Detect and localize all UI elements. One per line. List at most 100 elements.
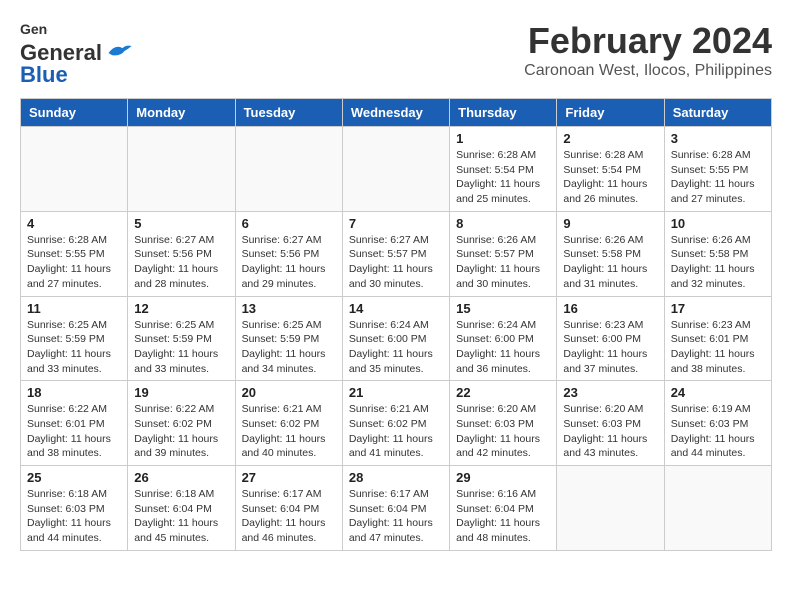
calendar-week-1: 1 Sunrise: 6:28 AM Sunset: 5:54 PM Daylig… bbox=[21, 127, 772, 212]
day-number: 27 bbox=[242, 470, 336, 485]
day-number: 15 bbox=[456, 301, 550, 316]
day-number: 12 bbox=[134, 301, 228, 316]
calendar-cell: 25Sunrise: 6:18 AM Sunset: 6:03 PM Dayli… bbox=[21, 466, 128, 551]
day-info: Sunrise: 6:28 AM Sunset: 5:55 PM Dayligh… bbox=[27, 233, 121, 292]
day-info: Sunrise: 6:25 AM Sunset: 5:59 PM Dayligh… bbox=[242, 318, 336, 377]
day-info: Sunrise: 6:22 AM Sunset: 6:01 PM Dayligh… bbox=[27, 402, 121, 461]
day-info: Sunrise: 6:17 AM Sunset: 6:04 PM Dayligh… bbox=[242, 487, 336, 546]
day-info: Sunrise: 6:26 AM Sunset: 5:57 PM Dayligh… bbox=[456, 233, 550, 292]
calendar-cell: 7Sunrise: 6:27 AM Sunset: 5:57 PM Daylig… bbox=[342, 211, 449, 296]
calendar-cell: 28 Sunrise: 6:17 AM Sunset: 6:04 PM Dayli… bbox=[342, 466, 449, 551]
day-number: 11 bbox=[27, 301, 121, 316]
day-info: Sunrise: 6:19 AM Sunset: 6:03 PM Dayligh… bbox=[671, 402, 765, 461]
day-number: 1 bbox=[456, 131, 550, 146]
day-number: 18 bbox=[27, 385, 121, 400]
calendar-cell: 19Sunrise: 6:22 AM Sunset: 6:02 PM Dayli… bbox=[128, 381, 235, 466]
day-number: 5 bbox=[134, 216, 228, 231]
calendar-cell bbox=[664, 466, 771, 551]
day-number: 8 bbox=[456, 216, 550, 231]
calendar-cell: 22Sunrise: 6:20 AM Sunset: 6:03 PM Dayli… bbox=[450, 381, 557, 466]
day-number: 4 bbox=[27, 216, 121, 231]
day-info: Sunrise: 6:22 AM Sunset: 6:02 PM Dayligh… bbox=[134, 402, 228, 461]
day-info: Sunrise: 6:20 AM Sunset: 6:03 PM Dayligh… bbox=[563, 402, 657, 461]
day-info: Sunrise: 6:23 AM Sunset: 6:00 PM Dayligh… bbox=[563, 318, 657, 377]
title-area: February 2024 Caronoan West, Ilocos, Phi… bbox=[524, 20, 772, 80]
day-number: 28 bbox=[349, 470, 443, 485]
day-info: Sunrise: 6:18 AM Sunset: 6:03 PM Dayligh… bbox=[27, 487, 121, 546]
day-info: Sunrise: 6:25 AM Sunset: 5:59 PM Dayligh… bbox=[134, 318, 228, 377]
calendar-cell: 17Sunrise: 6:23 AM Sunset: 6:01 PM Dayli… bbox=[664, 296, 771, 381]
day-number: 21 bbox=[349, 385, 443, 400]
day-info: Sunrise: 6:18 AM Sunset: 6:04 PM Dayligh… bbox=[134, 487, 228, 546]
day-number: 14 bbox=[349, 301, 443, 316]
day-info: Sunrise: 6:28 AM Sunset: 5:54 PM Dayligh… bbox=[456, 148, 550, 207]
day-number: 17 bbox=[671, 301, 765, 316]
calendar-cell: 9 Sunrise: 6:26 AM Sunset: 5:58 PM Daylig… bbox=[557, 211, 664, 296]
calendar-cell: 11Sunrise: 6:25 AM Sunset: 5:59 PM Dayli… bbox=[21, 296, 128, 381]
calendar-cell bbox=[128, 127, 235, 212]
calendar-cell: 21Sunrise: 6:21 AM Sunset: 6:02 PM Dayli… bbox=[342, 381, 449, 466]
day-info: Sunrise: 6:24 AM Sunset: 6:00 PM Dayligh… bbox=[349, 318, 443, 377]
calendar-cell: 23 Sunrise: 6:20 AM Sunset: 6:03 PM Dayli… bbox=[557, 381, 664, 466]
calendar-cell: 5 Sunrise: 6:27 AM Sunset: 5:56 PM Daylig… bbox=[128, 211, 235, 296]
day-number: 6 bbox=[242, 216, 336, 231]
day-number: 3 bbox=[671, 131, 765, 146]
calendar-cell: 12 Sunrise: 6:25 AM Sunset: 5:59 PM Dayli… bbox=[128, 296, 235, 381]
day-number: 13 bbox=[242, 301, 336, 316]
page-header: General General Blue February 2024 Caron… bbox=[20, 20, 772, 88]
calendar-cell: 1 Sunrise: 6:28 AM Sunset: 5:54 PM Daylig… bbox=[450, 127, 557, 212]
calendar-week-3: 11 Sunrise: 6:25 AM Sunset: 5:59 PM Dayli… bbox=[21, 296, 772, 381]
day-info: Sunrise: 6:26 AM Sunset: 5:58 PM Dayligh… bbox=[563, 233, 657, 292]
calendar-cell bbox=[21, 127, 128, 212]
calendar-table: SundayMondayTuesdayWednesdayThursdayFrid… bbox=[20, 98, 772, 551]
day-info: Sunrise: 6:16 AM Sunset: 6:04 PM Dayligh… bbox=[456, 487, 550, 546]
weekday-header-wednesday: Wednesday bbox=[342, 99, 449, 127]
calendar-cell: 2 Sunrise: 6:28 AM Sunset: 5:54 PM Daylig… bbox=[557, 127, 664, 212]
calendar-week-2: 4 Sunrise: 6:28 AM Sunset: 5:55 PM Daylig… bbox=[21, 211, 772, 296]
day-info: Sunrise: 6:17 AM Sunset: 6:04 PM Dayligh… bbox=[349, 487, 443, 546]
calendar-cell: 26 Sunrise: 6:18 AM Sunset: 6:04 PM Dayli… bbox=[128, 466, 235, 551]
logo-bird-icon bbox=[105, 42, 133, 64]
calendar-cell bbox=[557, 466, 664, 551]
day-info: Sunrise: 6:27 AM Sunset: 5:56 PM Dayligh… bbox=[134, 233, 228, 292]
day-info: Sunrise: 6:26 AM Sunset: 5:58 PM Dayligh… bbox=[671, 233, 765, 292]
calendar-cell: 20 Sunrise: 6:21 AM Sunset: 6:02 PM Dayli… bbox=[235, 381, 342, 466]
calendar-cell: 24 Sunrise: 6:19 AM Sunset: 6:03 PM Dayli… bbox=[664, 381, 771, 466]
page-title: February 2024 bbox=[524, 20, 772, 62]
day-number: 23 bbox=[563, 385, 657, 400]
day-info: Sunrise: 6:24 AM Sunset: 6:00 PM Dayligh… bbox=[456, 318, 550, 377]
calendar-cell: 4 Sunrise: 6:28 AM Sunset: 5:55 PM Daylig… bbox=[21, 211, 128, 296]
day-number: 16 bbox=[563, 301, 657, 316]
day-info: Sunrise: 6:21 AM Sunset: 6:02 PM Dayligh… bbox=[242, 402, 336, 461]
calendar-cell: 29Sunrise: 6:16 AM Sunset: 6:04 PM Dayli… bbox=[450, 466, 557, 551]
calendar-cell: 13 Sunrise: 6:25 AM Sunset: 5:59 PM Dayli… bbox=[235, 296, 342, 381]
svg-text:General: General bbox=[20, 21, 48, 37]
day-number: 20 bbox=[242, 385, 336, 400]
weekday-header-tuesday: Tuesday bbox=[235, 99, 342, 127]
day-number: 26 bbox=[134, 470, 228, 485]
page-subtitle: Caronoan West, Ilocos, Philippines bbox=[524, 62, 772, 80]
day-number: 24 bbox=[671, 385, 765, 400]
day-info: Sunrise: 6:28 AM Sunset: 5:54 PM Dayligh… bbox=[563, 148, 657, 207]
day-number: 22 bbox=[456, 385, 550, 400]
weekday-header-monday: Monday bbox=[128, 99, 235, 127]
calendar-week-5: 25Sunrise: 6:18 AM Sunset: 6:03 PM Dayli… bbox=[21, 466, 772, 551]
logo: General General Blue bbox=[20, 20, 133, 88]
calendar-cell: 8 Sunrise: 6:26 AM Sunset: 5:57 PM Daylig… bbox=[450, 211, 557, 296]
day-number: 9 bbox=[563, 216, 657, 231]
weekday-header-thursday: Thursday bbox=[450, 99, 557, 127]
calendar-cell bbox=[342, 127, 449, 212]
calendar-cell: 3 Sunrise: 6:28 AM Sunset: 5:55 PM Daylig… bbox=[664, 127, 771, 212]
day-info: Sunrise: 6:27 AM Sunset: 5:56 PM Dayligh… bbox=[242, 233, 336, 292]
logo-icon: General bbox=[20, 20, 48, 40]
calendar-cell: 27 Sunrise: 6:17 AM Sunset: 6:04 PM Dayli… bbox=[235, 466, 342, 551]
weekday-header-sunday: Sunday bbox=[21, 99, 128, 127]
day-number: 7 bbox=[349, 216, 443, 231]
calendar-cell: 16 Sunrise: 6:23 AM Sunset: 6:00 PM Dayli… bbox=[557, 296, 664, 381]
calendar-cell: 18 Sunrise: 6:22 AM Sunset: 6:01 PM Dayli… bbox=[21, 381, 128, 466]
day-info: Sunrise: 6:28 AM Sunset: 5:55 PM Dayligh… bbox=[671, 148, 765, 207]
calendar-week-4: 18 Sunrise: 6:22 AM Sunset: 6:01 PM Dayli… bbox=[21, 381, 772, 466]
day-number: 10 bbox=[671, 216, 765, 231]
calendar-cell: 10 Sunrise: 6:26 AM Sunset: 5:58 PM Dayli… bbox=[664, 211, 771, 296]
day-number: 2 bbox=[563, 131, 657, 146]
